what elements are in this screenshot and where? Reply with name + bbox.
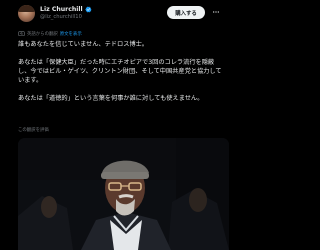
- avatar-hair-shape: [18, 5, 35, 12]
- show-original-link[interactable]: 原文を表示: [60, 31, 82, 37]
- author-name-row[interactable]: Liz Churchill: [40, 5, 92, 14]
- translation-note-text: この翻訳を評価: [18, 128, 49, 133]
- verified-badge-icon: [84, 6, 92, 13]
- follow-button[interactable]: 購入する: [167, 6, 205, 19]
- post-paragraph: 誰もあなたを信じていません、テドロス博士。: [18, 41, 149, 48]
- media-image: [18, 138, 229, 250]
- author-display-name[interactable]: Liz Churchill: [40, 6, 83, 13]
- translate-icon: [18, 31, 25, 37]
- post-paragraph: あなたは「保健大臣」だった時にエチオピアで3回のコレラ流行を隠蔽し、今ではビル・…: [18, 59, 222, 84]
- translation-row: 英語からの翻訳 原文を表示: [18, 30, 82, 38]
- post-header: Liz Churchill @liz_churchill10 購入する: [0, 0, 240, 28]
- post-paragraph: あなたは「道徳的」という言葉を何事か誰に対しても使えません。: [18, 95, 204, 102]
- translation-source: 英語からの翻訳: [27, 32, 58, 37]
- author-handle[interactable]: @liz_churchill10: [40, 14, 82, 20]
- tweet-card: Liz Churchill @liz_churchill10 購入する 英語から…: [0, 0, 240, 250]
- post-body: 誰もあなたを信じていません、テドロス博士。 あなたは「保健大臣」だった時にエチオ…: [18, 40, 225, 103]
- author-avatar[interactable]: [18, 5, 35, 22]
- post-media[interactable]: [18, 138, 229, 250]
- more-horizontal-icon[interactable]: [211, 8, 221, 16]
- translation-rating: この翻訳を評価: [18, 127, 49, 133]
